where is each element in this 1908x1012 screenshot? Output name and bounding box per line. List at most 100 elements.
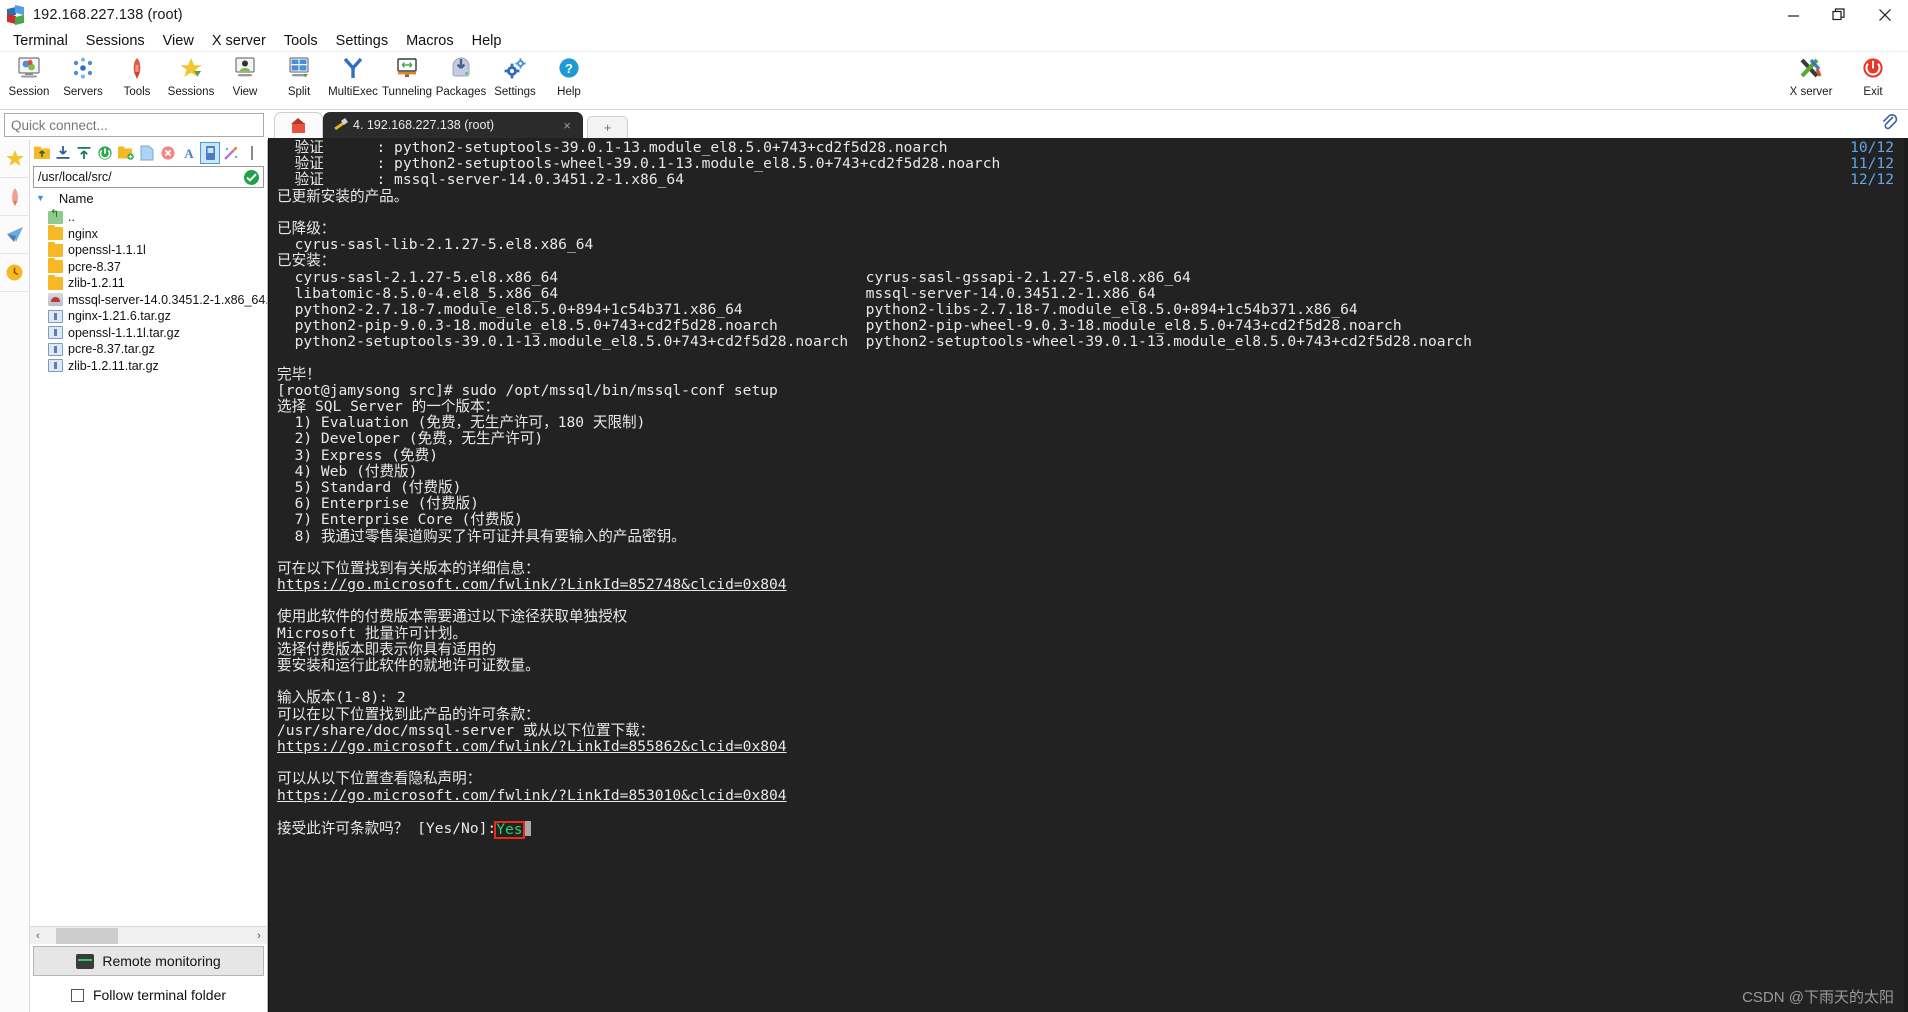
terminal-prompt-text: 接受此许可条款吗？ [Yes/No]: <box>277 819 497 837</box>
terminal-line: 8) 我通过零售渠道购买了许可证并具有要输入的产品密钥。 <box>269 528 1908 545</box>
font-icon[interactable]: A <box>179 142 199 164</box>
new-folder-icon[interactable] <box>116 142 136 164</box>
list-item[interactable]: .. <box>30 208 267 226</box>
ribbon-tunneling-label: Tunneling <box>381 86 433 98</box>
tab-close-icon[interactable]: × <box>557 118 577 133</box>
file-name: nginx-1.21.6.tar.gz <box>68 309 171 324</box>
terminal-output[interactable]: 验证 : python2-setuptools-39.0.1-13.module… <box>268 138 1908 1012</box>
menu-sessions[interactable]: Sessions <box>77 32 154 50</box>
menu-bar: Terminal Sessions View X server Tools Se… <box>0 30 1908 52</box>
menu-help[interactable]: Help <box>463 32 511 50</box>
ribbon-tunneling-button[interactable]: Tunneling <box>380 52 434 108</box>
terminal-line: /usr/share/doc/mssql-server 或从以下位置下载： <box>269 722 1908 739</box>
ribbon-xserver-button[interactable]: X server <box>1780 52 1842 108</box>
tools-knife-icon-button[interactable] <box>0 178 30 216</box>
ribbon-exit-button[interactable]: Exit <box>1842 52 1904 108</box>
terminal-link[interactable]: https://go.microsoft.com/fwlink/?LinkId=… <box>277 787 787 804</box>
list-item[interactable]: pcre-8.37 <box>30 258 267 276</box>
delete-icon[interactable] <box>158 142 178 164</box>
follow-terminal-folder-checkbox[interactable] <box>70 988 84 1002</box>
terminal-scrollbar[interactable] <box>1904 138 1908 1012</box>
new-tab-button[interactable]: + <box>587 116 629 138</box>
send-plane-icon-button[interactable] <box>0 216 30 254</box>
terminal-line: 已更新安装的产品。 <box>269 188 1908 205</box>
menu-view[interactable]: View <box>154 32 203 50</box>
list-item[interactable]: nginx-1.21.6.tar.gz <box>30 308 267 325</box>
usb-icon[interactable] <box>200 142 220 164</box>
remote-path-value: /usr/local/src/ <box>38 170 112 184</box>
terminal-text: 4) Web (付费版) <box>277 462 418 480</box>
terminal-text: 输入版本(1-8): 2 <box>277 689 406 707</box>
remote-path-input[interactable]: /usr/local/src/ <box>33 166 264 188</box>
terminal-text: [root@jamysong src]# sudo /opt/mssql/bin… <box>277 381 778 399</box>
terminal-line: [root@jamysong src]# sudo /opt/mssql/bin… <box>269 381 1908 399</box>
scroll-left-arrow-icon[interactable]: ‹ <box>30 930 46 942</box>
split-icon <box>286 55 312 83</box>
ribbon-sessions-button[interactable]: Sessions <box>164 52 218 108</box>
view-icon <box>232 55 258 83</box>
list-item[interactable]: zlib-1.2.11.tar.gz <box>30 358 267 375</box>
tab-home[interactable] <box>274 112 323 138</box>
list-item[interactable]: pcre-8.37.tar.gz <box>30 341 267 358</box>
horizontal-scrollbar[interactable]: ‹ › <box>30 926 267 944</box>
download-icon[interactable] <box>53 142 73 164</box>
ribbon-view-button[interactable]: View <box>218 52 272 108</box>
clock-icon-button[interactable] <box>0 254 30 292</box>
ribbon-settings-button[interactable]: Settings <box>488 52 542 108</box>
magic-icon[interactable] <box>221 142 241 164</box>
terminal-line: 验证 : python2-setuptools-wheel-39.0.1-13.… <box>269 155 1908 172</box>
list-item[interactable]: openssl-1.1.1l.tar.gz <box>30 325 267 342</box>
scroll-right-arrow-icon[interactable]: › <box>251 930 267 942</box>
scrollbar-thumb[interactable] <box>56 927 118 944</box>
ribbon-multiexec-button[interactable]: MultiExec <box>326 52 380 108</box>
terminal-line: 输入版本(1-8): 2 <box>269 690 1908 706</box>
more-icon[interactable] <box>242 142 262 164</box>
favorites-star-icon-button[interactable] <box>0 140 30 178</box>
ribbon-sessions-label: Sessions <box>167 86 215 98</box>
close-button[interactable] <box>1862 0 1908 30</box>
ribbon-help-button[interactable]: ? Help <box>542 52 596 108</box>
upload-icon[interactable] <box>74 142 94 164</box>
tab-session-active[interactable]: 4. 192.168.227.138 (root) × <box>323 112 583 138</box>
terminal-line: 接受此许可条款吗？ [Yes/No]:Yes <box>269 819 1908 839</box>
terminal-link[interactable]: https://go.microsoft.com/fwlink/?LinkId=… <box>277 576 787 593</box>
quick-connect-input[interactable]: Quick connect... <box>4 113 264 137</box>
scrollbar-track[interactable] <box>46 927 251 944</box>
list-item[interactable]: zlib-1.2.11 <box>30 274 267 292</box>
menu-tools[interactable]: Tools <box>275 32 327 50</box>
new-file-icon[interactable] <box>137 142 157 164</box>
refresh-icon[interactable] <box>95 142 115 164</box>
file-column-header[interactable]: ▼ Name <box>30 188 267 208</box>
restore-button[interactable] <box>1816 0 1862 30</box>
svg-text:A: A <box>184 146 194 161</box>
up-folder-icon[interactable] <box>32 142 52 164</box>
tunneling-icon <box>394 55 420 83</box>
sessions-star-icon <box>178 55 204 83</box>
terminal-line: 要安装和运行此软件的就地许可证数量。 <box>269 657 1908 674</box>
paperclip-icon[interactable] <box>1880 113 1898 136</box>
minimize-button[interactable] <box>1770 0 1816 30</box>
settings-gear-icon <box>502 55 528 83</box>
follow-terminal-folder-row[interactable]: Follow terminal folder <box>30 978 267 1012</box>
menu-terminal[interactable]: Terminal <box>4 32 77 50</box>
terminal-line: 3) Express (免费) <box>269 447 1908 464</box>
terminal-line: 可以从以下位置查看隐私声明： <box>269 771 1908 787</box>
ribbon-split-button[interactable]: Split <box>272 52 326 108</box>
list-item[interactable]: openssl-1.1.1l <box>30 241 267 259</box>
list-item[interactable]: mssql-server-14.0.3451.2-1.x86_64.rpm <box>30 292 267 309</box>
menu-macros[interactable]: Macros <box>397 32 463 50</box>
list-item[interactable]: nginx <box>30 225 267 243</box>
archive-file-icon <box>48 309 63 323</box>
terminal-text: 6) Enterprise (付费版) <box>277 495 479 513</box>
menu-settings[interactable]: Settings <box>327 32 397 50</box>
ribbon-xserver-label: X server <box>1789 86 1833 98</box>
ribbon-packages-button[interactable]: Packages <box>434 52 488 108</box>
ribbon-servers-button[interactable]: Servers <box>56 52 110 108</box>
ribbon-tools-button[interactable]: Tools <box>110 52 164 108</box>
remote-monitoring-button[interactable]: Remote monitoring <box>33 946 264 976</box>
ribbon-session-button[interactable]: Session <box>2 52 56 108</box>
file-list[interactable]: .. nginx openssl-1.1.1l pcre-8.37 zlib-1… <box>30 208 267 926</box>
menu-xserver[interactable]: X server <box>203 32 275 50</box>
terminal-link[interactable]: https://go.microsoft.com/fwlink/?LinkId=… <box>277 738 787 755</box>
